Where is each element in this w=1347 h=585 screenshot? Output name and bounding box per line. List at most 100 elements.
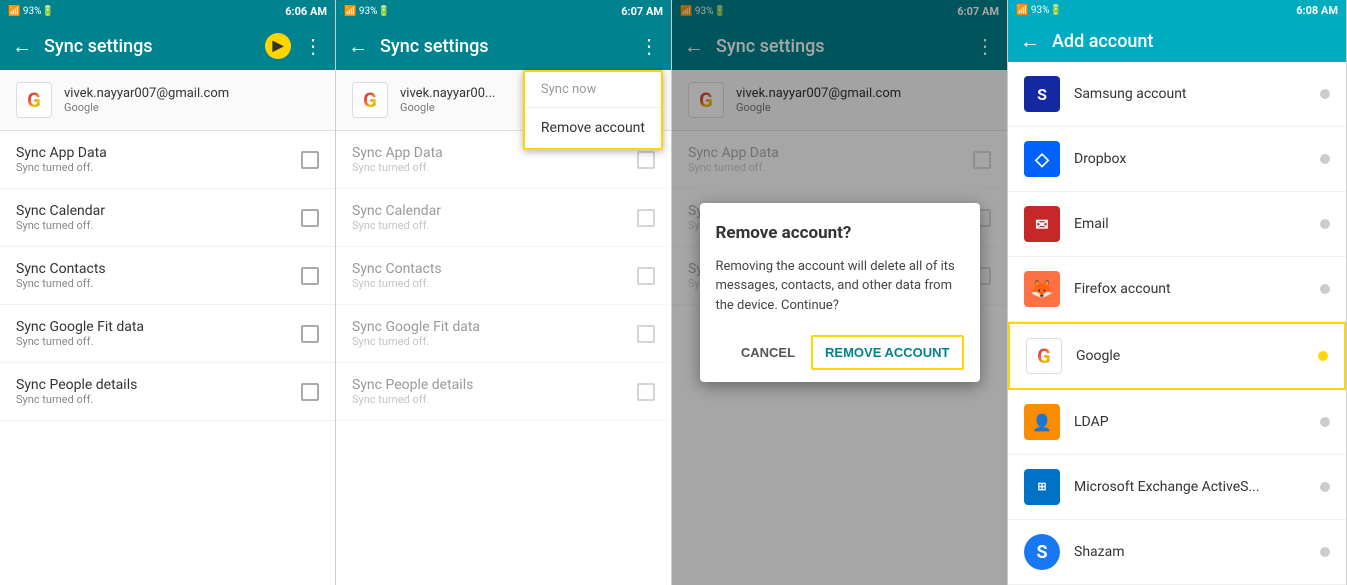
account-item-firefox[interactable]: 🦊 Firefox account: [1008, 257, 1346, 322]
exchange-label: Microsoft Exchange ActiveS...: [1074, 479, 1306, 495]
panel-2: 📶 93%🔋 6:07 AM ← Sync settings ⋮ G vivek…: [336, 0, 672, 585]
firefox-dot: [1320, 284, 1330, 294]
sync-item-text-fit-2: Sync Google Fit data Sync turned off.: [352, 319, 480, 348]
sync-item-fit-2[interactable]: Sync Google Fit data Sync turned off.: [336, 305, 671, 363]
add-account-list: S Samsung account ◇ Dropbox ✉ Email 🦊 Fi…: [1008, 62, 1346, 585]
sync-label-fit-2: Sync Google Fit data: [352, 319, 480, 335]
sync-check-con-1[interactable]: [301, 267, 319, 285]
time-1: 6:06 AM: [285, 5, 327, 18]
firefox-label: Firefox account: [1074, 281, 1306, 297]
sync-item-contacts-1[interactable]: Sync Contacts Sync turned off.: [0, 247, 335, 305]
panel-4: 📶 93%🔋 6:08 AM ← Add account S Samsung a…: [1008, 0, 1347, 585]
sync-sub-cal-2: Sync turned off.: [352, 219, 441, 232]
google-avatar-1: G: [16, 82, 52, 118]
sync-check-appdata-1[interactable]: [301, 151, 319, 169]
sync-check-cal-1[interactable]: [301, 209, 319, 227]
dialog-cancel-button[interactable]: CANCEL: [729, 335, 807, 370]
sync-sub-ppl-1: Sync turned off.: [16, 393, 137, 406]
dropdown-menu: Sync now Remove account: [523, 70, 663, 150]
dialog-confirm-button[interactable]: REMOVE ACCOUNT: [811, 335, 963, 370]
status-bar-2: 📶 93%🔋 6:07 AM: [336, 0, 671, 22]
sync-item-people-1[interactable]: Sync People details Sync turned off.: [0, 363, 335, 421]
sync-check-appdata-2[interactable]: [637, 151, 655, 169]
signal-icons-1: 📶 93%🔋: [8, 6, 54, 17]
sync-sub-ppl-2: Sync turned off.: [352, 393, 473, 406]
top-bar-2: ← Sync settings ⋮: [336, 22, 671, 70]
sync-item-people-2[interactable]: Sync People details Sync turned off.: [336, 363, 671, 421]
sync-label-con-2: Sync Contacts: [352, 261, 442, 277]
account-item-exchange[interactable]: ⊞ Microsoft Exchange ActiveS...: [1008, 455, 1346, 520]
account-email-2: vivek.nayyar00...: [400, 86, 495, 101]
sync-item-calendar-1[interactable]: Sync Calendar Sync turned off.: [0, 189, 335, 247]
shazam-label: Shazam: [1074, 544, 1306, 560]
sync-label-fit-1: Sync Google Fit data: [16, 319, 144, 335]
sync-sub-cal-1: Sync turned off.: [16, 219, 105, 232]
account-item-shazam[interactable]: S Shazam: [1008, 520, 1346, 585]
google-g-icon-1: G: [27, 88, 41, 112]
sync-sub-appdata-2: Sync turned off.: [352, 161, 443, 174]
sync-label-ppl-2: Sync People details: [352, 377, 473, 393]
sync-label-ppl-1: Sync People details: [16, 377, 137, 393]
google-avatar-2: G: [352, 82, 388, 118]
sync-item-text-2a: Sync App Data Sync turned off.: [352, 145, 443, 174]
samsung-dot: [1320, 89, 1330, 99]
sync-item-text-cal-1: Sync Calendar Sync turned off.: [16, 203, 105, 232]
sync-check-ppl-1[interactable]: [301, 383, 319, 401]
sync-label-con-1: Sync Contacts: [16, 261, 106, 277]
remove-account-dialog: Remove account? Removing the account wil…: [700, 203, 980, 383]
signal-icons-4: 📶 93%🔋: [1016, 5, 1062, 16]
back-arrow-1[interactable]: ←: [12, 34, 32, 59]
status-bar-1: 📶 93%🔋 6:06 AM: [0, 0, 335, 22]
menu-icon-2[interactable]: ⋮: [639, 34, 659, 58]
title-1: Sync settings: [44, 36, 253, 57]
ldap-icon: 👤: [1024, 404, 1060, 440]
samsung-icon: S: [1024, 76, 1060, 112]
sync-item-text-fit-1: Sync Google Fit data Sync turned off.: [16, 319, 144, 348]
sync-sub-fit-2: Sync turned off.: [352, 335, 480, 348]
dropdown-remove-account[interactable]: Remove account: [525, 108, 661, 148]
email-icon: ✉: [1024, 206, 1060, 242]
account-item-ldap[interactable]: 👤 LDAP: [1008, 390, 1346, 455]
account-item-samsung[interactable]: S Samsung account: [1008, 62, 1346, 127]
google-g-icon-2: G: [363, 88, 377, 112]
account-row-1: G vivek.nayyar007@gmail.com Google: [0, 70, 335, 131]
sync-sub-con-1: Sync turned off.: [16, 277, 106, 290]
sync-list-2: Sync App Data Sync turned off. Sync Cale…: [336, 131, 671, 585]
account-info-1: vivek.nayyar007@gmail.com Google: [64, 86, 229, 114]
google-dot: [1318, 351, 1328, 361]
exchange-dot: [1320, 482, 1330, 492]
top-bar-1: ← Sync settings ▶ ⋮: [0, 22, 335, 70]
sync-item-calendar-2[interactable]: Sync Calendar Sync turned off.: [336, 189, 671, 247]
email-label: Email: [1074, 216, 1306, 232]
sync-label-cal-1: Sync Calendar: [16, 203, 105, 219]
account-item-email[interactable]: ✉ Email: [1008, 192, 1346, 257]
dropbox-dot: [1320, 154, 1330, 164]
google-add-icon: G: [1026, 338, 1062, 374]
sync-list-1: Sync App Data Sync turned off. Sync Cale…: [0, 131, 335, 585]
dropdown-sync-now[interactable]: Sync now: [525, 72, 661, 108]
signal-icons-2: 📶 93%🔋: [344, 6, 390, 17]
sync-check-fit-2[interactable]: [637, 325, 655, 343]
sync-item-fit-1[interactable]: Sync Google Fit data Sync turned off.: [0, 305, 335, 363]
sync-label-cal-2: Sync Calendar: [352, 203, 441, 219]
menu-icon-1[interactable]: ⋮: [303, 34, 323, 58]
sync-check-cal-2[interactable]: [637, 209, 655, 227]
sync-check-con-2[interactable]: [637, 267, 655, 285]
arrow-badge-1: ▶: [265, 33, 291, 59]
status-bar-4: 📶 93%🔋 6:08 AM: [1008, 0, 1346, 21]
sync-item-appdata-1[interactable]: Sync App Data Sync turned off.: [0, 131, 335, 189]
panel-3: 📶 93%🔋 6:07 AM ← Sync settings ⋮ G vivek…: [672, 0, 1008, 585]
back-arrow-2[interactable]: ←: [348, 34, 368, 59]
google-add-g: G: [1037, 344, 1051, 368]
sync-label-appdata-1: Sync App Data: [16, 145, 107, 161]
sync-item-contacts-2[interactable]: Sync Contacts Sync turned off.: [336, 247, 671, 305]
back-arrow-4[interactable]: ←: [1020, 29, 1040, 54]
account-item-google[interactable]: G Google: [1008, 322, 1346, 390]
dropbox-label: Dropbox: [1074, 151, 1306, 167]
sync-check-ppl-2[interactable]: [637, 383, 655, 401]
sync-check-fit-1[interactable]: [301, 325, 319, 343]
account-item-dropbox[interactable]: ◇ Dropbox: [1008, 127, 1346, 192]
title-2: Sync settings: [380, 36, 627, 57]
title-4: Add account: [1052, 31, 1334, 52]
sync-sub-con-2: Sync turned off.: [352, 277, 442, 290]
